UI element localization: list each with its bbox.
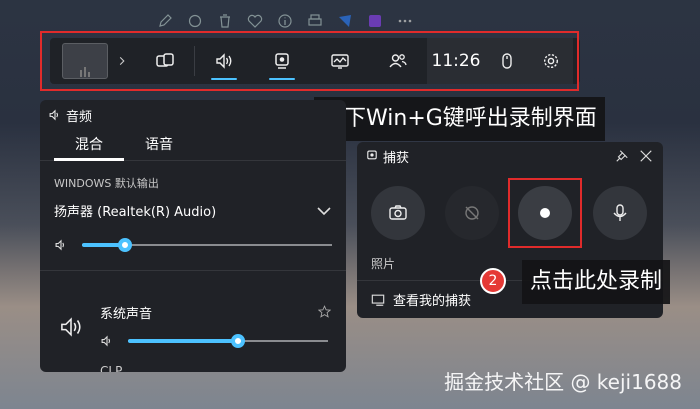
output-device-select[interactable]: 扬声器 (Realtek(R) Audio) xyxy=(54,201,332,220)
volume-icon xyxy=(55,239,65,251)
audio-panel-title: 音频 xyxy=(66,109,93,125)
output-device-name: 扬声器 (Realtek(R) Audio) xyxy=(54,205,217,220)
annotation-box-record xyxy=(508,178,582,248)
tab-voice[interactable]: 语音 xyxy=(124,130,194,160)
app-name: 系统声音 xyxy=(100,307,153,322)
star-icon[interactable] xyxy=(317,303,332,322)
partial-app-item: CLP... xyxy=(100,364,132,372)
system-sounds-icon xyxy=(58,314,84,344)
master-volume-row xyxy=(54,238,332,252)
photo-label: 照片 xyxy=(371,257,396,271)
screenshot-button[interactable] xyxy=(371,186,425,240)
microphone-button[interactable] xyxy=(593,186,647,240)
close-icon[interactable] xyxy=(639,148,653,167)
callout-2: 点击此处录制 xyxy=(522,260,671,304)
pin-icon[interactable] xyxy=(615,148,629,167)
tab-mix[interactable]: 混合 xyxy=(54,130,124,161)
app-volume-slider[interactable] xyxy=(128,334,328,348)
master-volume-slider[interactable] xyxy=(82,238,332,252)
history-icon xyxy=(465,206,479,220)
audio-panel-header[interactable]: 音频 xyxy=(40,100,346,130)
gallery-icon xyxy=(371,294,385,306)
watermark: 掘金技术社区 @ keji1688 xyxy=(444,370,682,394)
step-badge-2: 2 xyxy=(480,268,506,294)
divider xyxy=(40,270,346,271)
slider-fill xyxy=(128,339,238,343)
speaker-icon xyxy=(49,109,58,121)
callout-1: 按下Win+G键呼出录制界面 xyxy=(314,97,605,141)
show-captures-link[interactable]: 查看我的捕获 xyxy=(371,290,471,309)
annotation-box-gamebar xyxy=(40,31,579,91)
output-section-label: WINDOWS 默认输出 xyxy=(54,177,159,190)
show-captures-label: 查看我的捕获 xyxy=(393,294,472,309)
capture-panel-title: 捕获 xyxy=(383,150,410,166)
volume-icon xyxy=(101,335,111,347)
app-volume-row xyxy=(100,334,328,348)
slider-knob[interactable] xyxy=(118,238,132,252)
camera-icon xyxy=(389,205,407,220)
chevron-down-icon xyxy=(317,206,331,215)
microphone-icon xyxy=(613,204,627,221)
capture-icon xyxy=(367,150,377,160)
audio-panel: 音频 混合 语音 WINDOWS 默认输出 扬声器 (Realtek(R) Au… xyxy=(40,100,346,372)
record-last-button[interactable] xyxy=(445,186,499,240)
slider-knob[interactable] xyxy=(231,334,245,348)
audio-tabs: 混合 语音 xyxy=(40,130,346,161)
